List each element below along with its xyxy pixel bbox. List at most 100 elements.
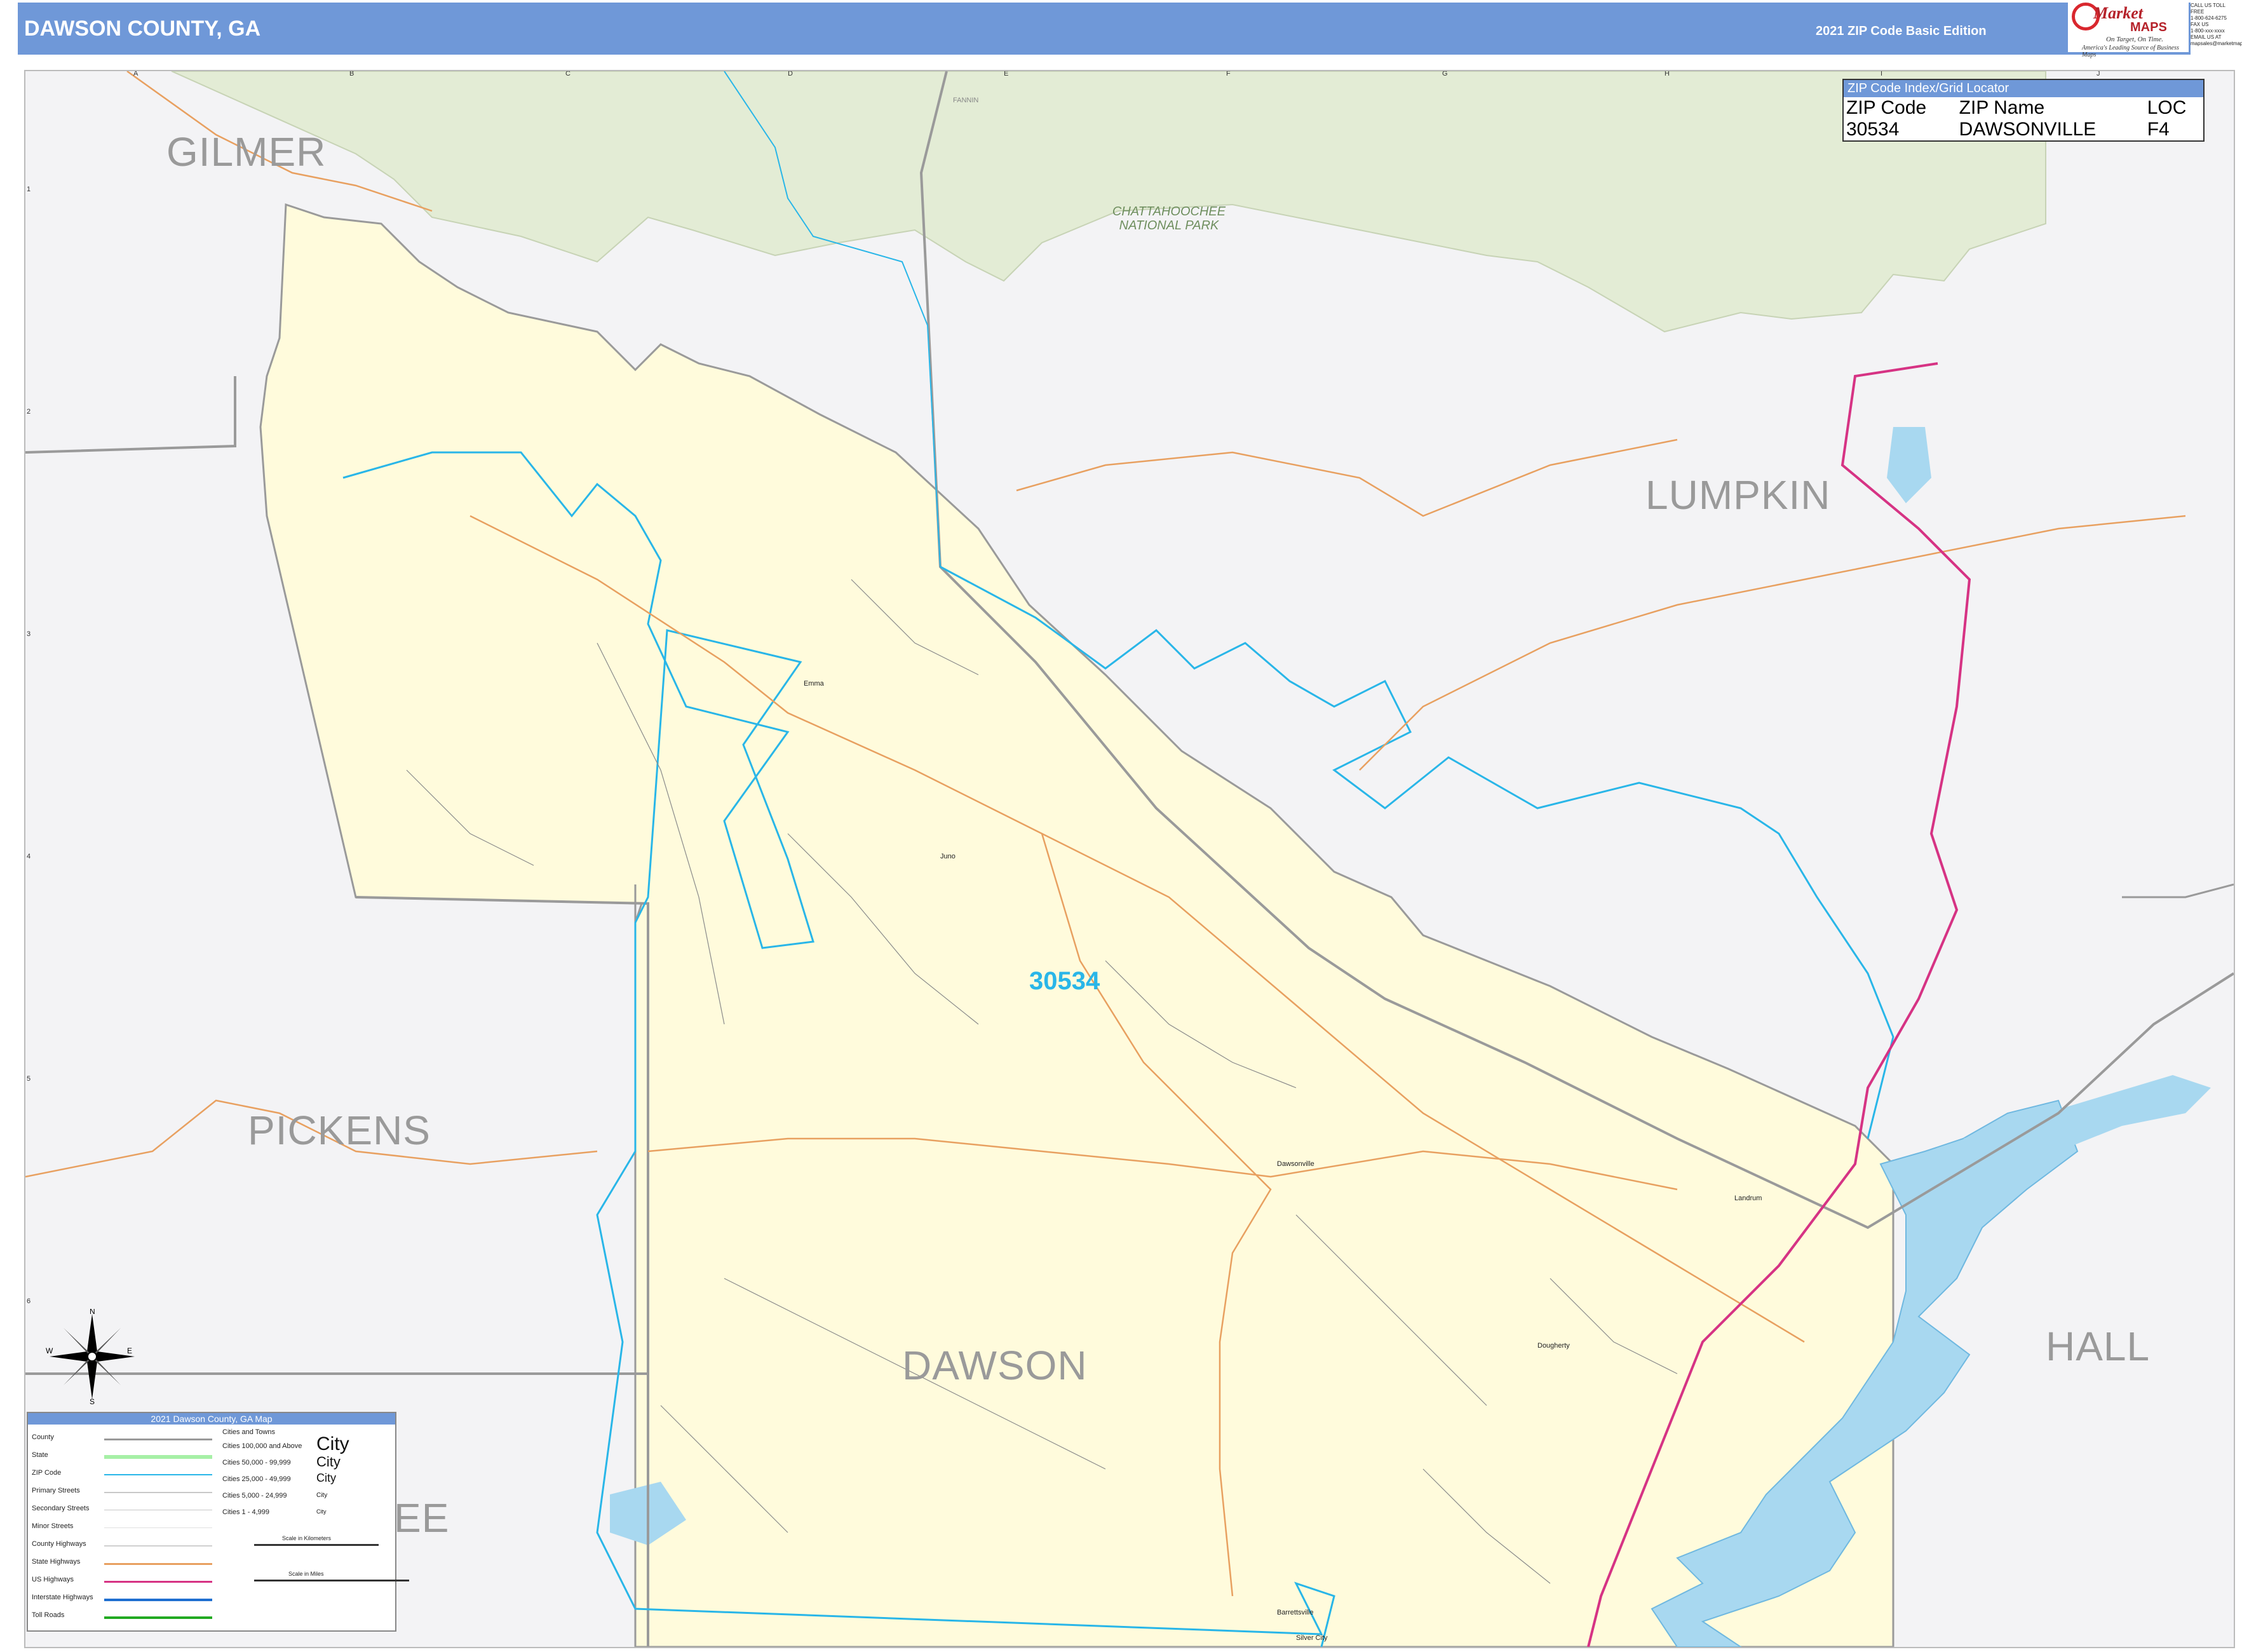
county-label-lumpkin: LUMPKIN xyxy=(1645,472,1831,518)
legend-swatch-county xyxy=(104,1439,212,1440)
legend-item-us-hwy: US Highways xyxy=(32,1576,74,1583)
legend-scale-mi: Scale in Miles xyxy=(288,1571,324,1577)
grid-col-b: B xyxy=(349,70,355,78)
legend-cities-header: Cities and Towns xyxy=(222,1428,275,1436)
legend-swatch-toll xyxy=(104,1616,212,1619)
grid-row-4: 4 xyxy=(27,853,31,860)
legend-swatch-primary xyxy=(104,1492,212,1493)
map-title: DAWSON COUNTY, GA xyxy=(24,17,261,41)
grid-col-e: E xyxy=(1004,70,1009,78)
contact-line: CALL US TOLL FREE xyxy=(2191,3,2225,15)
map-canvas[interactable] xyxy=(25,71,2234,1647)
legend-city-class-4: Cities 5,000 - 24,999 xyxy=(222,1492,287,1500)
county-label-fannin: FANNIN xyxy=(953,97,979,104)
legend-item-county-hwy: County Highways xyxy=(32,1540,86,1548)
contact-box: CALL US TOLL FREE 1-800-624-6275 FAX US … xyxy=(2191,3,2242,55)
legend-city-example-2: City xyxy=(316,1454,341,1470)
logo-tagline: On Target, On Time. xyxy=(2106,36,2163,43)
logo-brand-bottom: MAPS xyxy=(2130,20,2167,34)
contact-line: 1-800-624-6275 xyxy=(2191,15,2227,21)
zip-index-grid: ZIP Code ZIP Name LOC 30534 DAWSONVILLE … xyxy=(1844,97,2203,140)
zip-index-table: ZIP Code Index/Grid Locator ZIP Code ZIP… xyxy=(1842,79,2205,142)
town-juno[interactable]: Juno xyxy=(940,853,956,860)
legend-title: 2021 Dawson County, GA Map xyxy=(28,1413,395,1425)
grid-col-i: I xyxy=(1881,70,1883,78)
legend-swatch-zip xyxy=(104,1474,212,1475)
logo-tagline-2: America's Leading Source of Business Map… xyxy=(2082,44,2179,58)
legend-city-class-2: Cities 50,000 - 99,999 xyxy=(222,1459,291,1466)
map-edition: 2021 ZIP Code Basic Edition xyxy=(1816,24,1987,38)
compass-rose-icon: N S E W xyxy=(46,1309,135,1404)
scale-bar-km xyxy=(254,1544,379,1546)
compass-e: E xyxy=(127,1346,132,1355)
legend-city-class-1: Cities 100,000 and Above xyxy=(222,1442,302,1450)
legend-city-class-3: Cities 25,000 - 49,999 xyxy=(222,1475,291,1483)
grid-row-3: 3 xyxy=(27,630,31,638)
county-label-pickens: PICKENS xyxy=(248,1107,431,1153)
scale-bar-mi xyxy=(254,1580,409,1581)
grid-row-1: 1 xyxy=(27,186,31,193)
legend-swatch-us-hwy xyxy=(104,1581,212,1583)
grid-row-2: 2 xyxy=(27,408,31,416)
legend-city-example-5: City xyxy=(316,1508,327,1515)
park-label-line2: NATIONAL PARK xyxy=(1119,219,1219,233)
zip-index-header: ZIP Code Index/Grid Locator xyxy=(1844,80,2203,97)
legend-item-primary: Primary Streets xyxy=(32,1487,80,1494)
town-dawsonville[interactable]: Dawsonville xyxy=(1277,1160,1314,1168)
legend-item-secondary: Secondary Streets xyxy=(32,1505,90,1512)
grid-col-h: H xyxy=(1665,70,1670,78)
legend-item-interstate: Interstate Highways xyxy=(32,1594,93,1601)
grid-row-5: 5 xyxy=(27,1075,31,1083)
contact-line: 1-800-xxx-xxxx xyxy=(2191,28,2225,34)
legend-swatch-state-hwy xyxy=(104,1563,212,1565)
zip-index-cell-name: DAWSONVILLE xyxy=(1959,119,2097,140)
grid-col-d: D xyxy=(788,70,793,78)
county-label-hall: HALL xyxy=(2046,1324,2151,1369)
park-label-line1: CHATTAHOOCHEE xyxy=(1112,205,1226,219)
town-dougherty[interactable]: Dougherty xyxy=(1537,1342,1570,1350)
header-bar: DAWSON COUNTY, GA 2021 ZIP Code Basic Ed… xyxy=(18,3,2229,55)
legend-swatch-minor xyxy=(104,1527,212,1528)
legend-item-state: State xyxy=(32,1451,48,1459)
contact-line: mapsales@marketmaps.com xyxy=(2191,41,2242,46)
grid-col-j: J xyxy=(2097,70,2100,78)
legend-city-class-5: Cities 1 - 4,999 xyxy=(222,1508,269,1516)
grid-col-c: C xyxy=(565,70,571,78)
legend-swatch-county-hwy xyxy=(104,1545,212,1547)
legend-city-example-4: City xyxy=(316,1492,328,1499)
legend-item-toll: Toll Roads xyxy=(32,1611,65,1619)
compass-w: W xyxy=(46,1346,53,1355)
grid-col-a: A xyxy=(133,70,138,78)
grid-col-g: G xyxy=(1442,70,1448,78)
grid-col-f: F xyxy=(1226,70,1231,78)
compass-s: S xyxy=(90,1397,95,1404)
county-label-dawson: DAWSON xyxy=(902,1343,1088,1388)
town-emma[interactable]: Emma xyxy=(804,680,824,687)
park-label: CHATTAHOOCHEE NATIONAL PARK xyxy=(1074,205,1264,233)
contact-line: EMAIL US AT xyxy=(2191,34,2222,40)
legend-city-example-3: City xyxy=(316,1472,336,1484)
town-barrettsville[interactable]: Barrettsville xyxy=(1277,1609,1313,1616)
zip-index-cell-loc: F4 xyxy=(2147,119,2170,140)
table-row[interactable]: 30534 DAWSONVILLE F4 xyxy=(1844,119,2203,140)
town-silver-city[interactable]: Silver City xyxy=(1296,1634,1328,1642)
legend-city-example-1: City xyxy=(316,1433,349,1454)
market-maps-logo[interactable]: Market MAPS On Target, On Time. America'… xyxy=(2068,1,2189,58)
zip-index-cell-zip: 30534 xyxy=(1846,119,1900,140)
legend-item-county: County xyxy=(32,1433,54,1441)
legend-scale-km: Scale in Kilometers xyxy=(282,1535,332,1541)
contact-line: FAX US xyxy=(2191,22,2209,27)
zip-index-col-zip: ZIP Code xyxy=(1846,97,1927,118)
legend-item-state-hwy: State Highways xyxy=(32,1558,81,1566)
grid-row-6: 6 xyxy=(27,1297,31,1305)
zip-label-30534[interactable]: 30534 xyxy=(1029,967,1100,996)
town-landrum[interactable]: Landrum xyxy=(1734,1195,1762,1202)
compass-n: N xyxy=(90,1309,95,1316)
legend-item-minor: Minor Streets xyxy=(32,1522,74,1530)
legend-swatch-state xyxy=(104,1455,212,1459)
zip-index-col-name: ZIP Name xyxy=(1959,97,2045,118)
legend-swatch-interstate xyxy=(104,1599,212,1601)
map-legend: 2021 Dawson County, GA Map County State … xyxy=(27,1412,409,1632)
county-label-cherokee: EE xyxy=(394,1495,450,1541)
county-label-gilmer: GILMER xyxy=(166,129,327,175)
